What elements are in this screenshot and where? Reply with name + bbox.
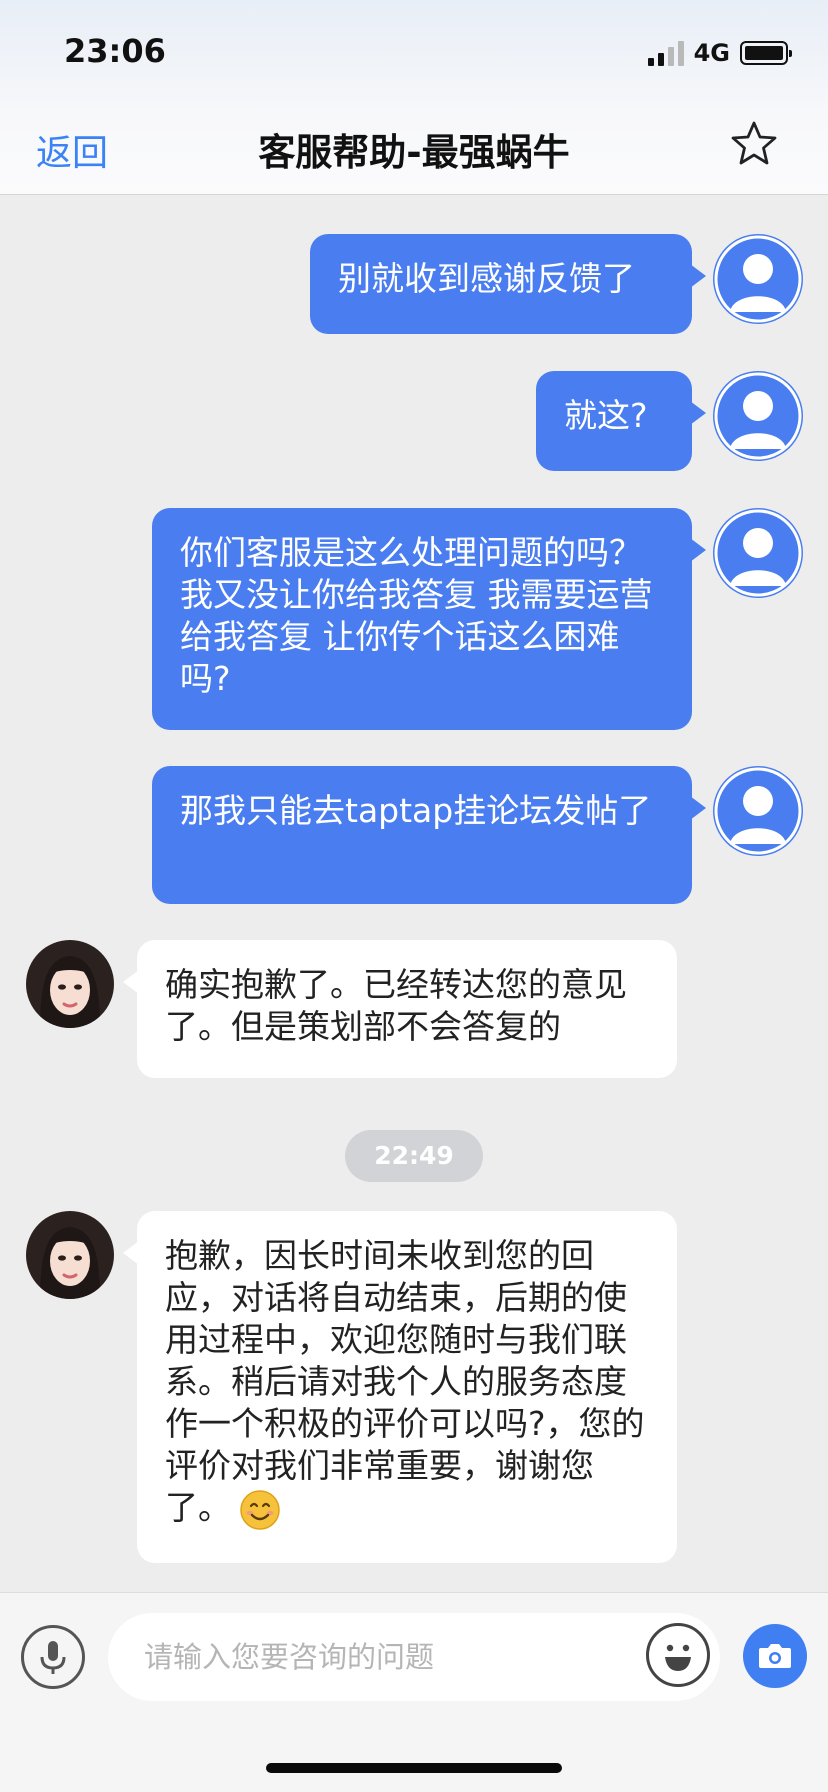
page-title: 客服帮助-最强蜗牛: [258, 131, 570, 174]
incoming-message[interactable]: 确实抱歉了。已经转达您的意见了。但是策划部不会答复的: [123, 940, 677, 1078]
agent-avatar[interactable]: [26, 940, 114, 1028]
agent-avatar[interactable]: [26, 1211, 114, 1299]
battery-icon: [740, 41, 792, 65]
status-indicators: 4G: [647, 38, 792, 68]
status-time: 23:06: [64, 32, 166, 70]
top-bar: 23:06 4G 返回 客服帮助-最强蜗牛: [0, 0, 828, 195]
home-indicator[interactable]: [266, 1763, 562, 1773]
user-avatar-icon[interactable]: [713, 371, 803, 461]
user-avatar-icon[interactable]: [713, 234, 803, 324]
user-avatar-icon[interactable]: [713, 508, 803, 598]
outgoing-message[interactable]: 那我只能去taptap挂论坛发帖了: [152, 766, 706, 904]
network-type: 4G: [693, 39, 730, 67]
outgoing-message[interactable]: 你们客服是这么处理问题的吗？我又没让你给我答复 我需要运营给我答复 让你传个话这…: [152, 508, 706, 730]
incoming-message[interactable]: 抱歉，因长时间未收到您的回应，对话将自动结束，后期的使用过程中，欢迎您随时与我们…: [123, 1211, 677, 1563]
star-outline-icon[interactable]: [728, 118, 780, 170]
emoji-icon[interactable]: [646, 1623, 710, 1687]
input-bar: [0, 1592, 828, 1792]
chat-area[interactable]: 别就收到感谢反馈了 就这? 你们客服是这么处理问题的吗？我又没让你给我答复 我需…: [0, 196, 828, 1592]
signal-icon: [647, 40, 684, 66]
timestamp-badge: 22:49: [345, 1130, 483, 1182]
smiling-face-emoji: [240, 1489, 280, 1530]
incoming-message-text: 抱歉，因长时间未收到您的回应，对话将自动结束，后期的使用过程中，欢迎您随时与我们…: [165, 1236, 645, 1527]
microphone-icon[interactable]: [21, 1625, 85, 1689]
outgoing-message[interactable]: 别就收到感谢反馈了: [310, 234, 706, 334]
camera-icon[interactable]: [743, 1624, 807, 1688]
user-avatar-icon[interactable]: [713, 766, 803, 856]
outgoing-message[interactable]: 就这?: [536, 371, 706, 471]
message-input[interactable]: [108, 1613, 720, 1701]
